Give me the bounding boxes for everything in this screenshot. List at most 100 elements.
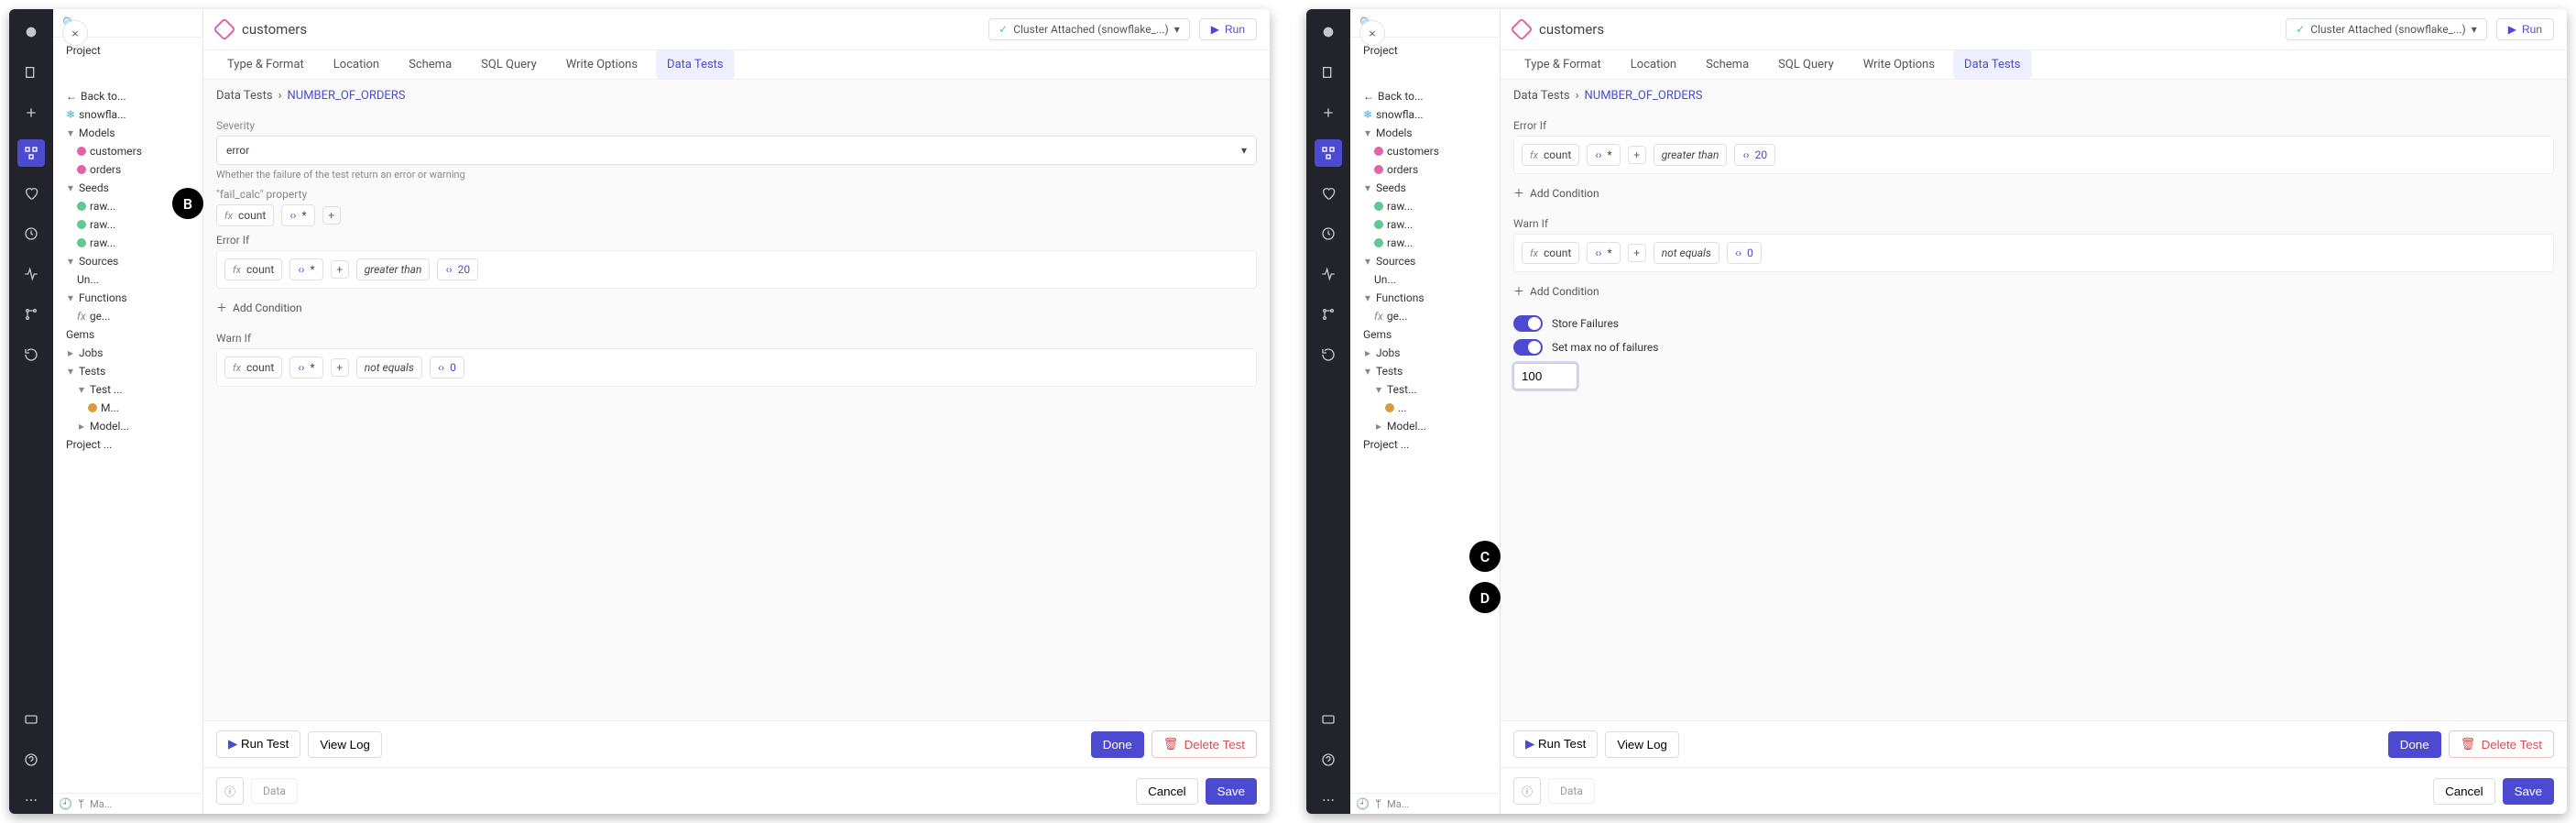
close-button[interactable]: ×: [1359, 20, 1385, 46]
tree-customers[interactable]: customers: [1350, 142, 1500, 160]
card-icon[interactable]: [17, 706, 45, 733]
err-fx[interactable]: fxcount: [1522, 144, 1579, 166]
failcalc-add[interactable]: +: [322, 206, 341, 225]
data-pill[interactable]: Data: [1548, 778, 1595, 804]
pulse-icon[interactable]: [17, 260, 45, 288]
warn-add-cond[interactable]: ＋Add Condition: [1513, 280, 2554, 308]
breadcrumb-leaf[interactable]: NUMBER_OF_ORDERS: [288, 89, 406, 103]
cancel-button[interactable]: Cancel: [2433, 778, 2495, 805]
warn-fx[interactable]: fxcount: [1522, 242, 1579, 264]
warn-val[interactable]: ‹›0: [430, 357, 464, 379]
view-log-button[interactable]: View Log: [1605, 731, 1679, 758]
view-log-button[interactable]: View Log: [308, 731, 382, 758]
tree-seed3[interactable]: raw...: [1350, 234, 1500, 252]
tree-tests[interactable]: ▾Tests: [53, 362, 202, 380]
heart-icon[interactable]: [1315, 180, 1342, 207]
failcalc-star-chip[interactable]: ‹›*: [281, 204, 314, 226]
info-button[interactable]: ⓘ: [1513, 777, 1541, 805]
info-button[interactable]: ⓘ: [216, 777, 244, 805]
tree-customers[interactable]: customers: [53, 142, 202, 160]
breadcrumb-root[interactable]: Data Tests: [216, 89, 273, 103]
tree-models[interactable]: ▾Models: [1350, 124, 1500, 142]
delete-test-button[interactable]: 🗑Delete Test: [2449, 730, 2554, 758]
tab-location[interactable]: Location: [1620, 50, 1687, 79]
delete-test-button[interactable]: 🗑Delete Test: [1152, 730, 1257, 758]
tree-gems[interactable]: Gems: [1350, 325, 1500, 344]
add-icon[interactable]: [1315, 99, 1342, 126]
tree-test1c[interactable]: ...: [1350, 399, 1500, 417]
store-failures-toggle[interactable]: [1513, 315, 1543, 332]
history-icon[interactable]: [1315, 341, 1342, 368]
err-star[interactable]: ‹›*: [289, 258, 322, 280]
warn-val[interactable]: ‹›0: [1727, 242, 1762, 264]
tree-functions[interactable]: ▾Functions: [1350, 289, 1500, 307]
tree-source1[interactable]: Un...: [53, 270, 202, 289]
cluster-pill[interactable]: ✓ Cluster Attached (snowflake_...) ▾: [988, 18, 1190, 40]
tree-func1[interactable]: fxge...: [1350, 307, 1500, 325]
tab-type-format[interactable]: Type & Format: [216, 50, 315, 79]
warn-star[interactable]: ‹›*: [1587, 242, 1620, 264]
tab-sql[interactable]: SQL Query: [1767, 50, 1845, 79]
tree-projectconf[interactable]: Project ...: [53, 435, 202, 454]
tab-data-tests[interactable]: Data Tests: [656, 50, 735, 79]
tree-jobs[interactable]: ▸Jobs: [1350, 344, 1500, 362]
tree-seed2[interactable]: raw...: [1350, 215, 1500, 234]
err-add-cond[interactable]: ＋Add Condition: [1513, 181, 2554, 210]
tab-schema[interactable]: Schema: [1695, 50, 1760, 79]
save-button[interactable]: Save: [1206, 778, 1257, 805]
tree-test1[interactable]: ▾Test...: [1350, 380, 1500, 399]
card-icon[interactable]: [1315, 706, 1342, 733]
warn-op[interactable]: not equals: [356, 357, 422, 379]
tree-source1[interactable]: Un...: [1350, 270, 1500, 289]
warn-add-arg[interactable]: +: [331, 358, 349, 377]
err-op[interactable]: greater than: [356, 258, 431, 280]
max-failures-toggle[interactable]: [1513, 339, 1543, 356]
tree-sources[interactable]: ▾Sources: [1350, 252, 1500, 270]
graph-icon[interactable]: [17, 139, 45, 167]
add-icon[interactable]: [17, 99, 45, 126]
tab-write[interactable]: Write Options: [555, 50, 649, 79]
tab-write[interactable]: Write Options: [1852, 50, 1946, 79]
tab-sql[interactable]: SQL Query: [470, 50, 548, 79]
err-add-arg[interactable]: +: [1628, 146, 1646, 164]
err-add-arg[interactable]: +: [331, 260, 349, 279]
tree-orders[interactable]: orders: [53, 160, 202, 179]
run-button[interactable]: ▶ Run: [2496, 18, 2554, 40]
tab-data-tests[interactable]: Data Tests: [1953, 50, 2032, 79]
tree-test1c[interactable]: M...: [53, 399, 202, 417]
run-test-button[interactable]: ▶ Run Test: [1513, 730, 1598, 758]
branch-icon[interactable]: [1315, 301, 1342, 328]
err-op[interactable]: greater than: [1654, 144, 1728, 166]
severity-select[interactable]: error ▾: [216, 136, 1257, 165]
tree-tests[interactable]: ▾Tests: [1350, 362, 1500, 380]
done-button[interactable]: Done: [2388, 731, 2441, 758]
tree-gems[interactable]: Gems: [53, 325, 202, 344]
tree-snowflake[interactable]: ❄snowfla...: [53, 105, 202, 124]
tree-goback[interactable]: ←Back to...: [53, 87, 202, 105]
tree-seed3[interactable]: raw...: [53, 234, 202, 252]
more-icon[interactable]: [17, 786, 45, 814]
tree-test1[interactable]: ▾Test ...: [53, 380, 202, 399]
failcalc-fx-chip[interactable]: fxcount: [216, 204, 274, 226]
run-button[interactable]: ▶ Run: [1199, 18, 1257, 40]
clock-icon[interactable]: [1315, 220, 1342, 247]
done-button[interactable]: Done: [1091, 731, 1144, 758]
history-icon[interactable]: [17, 341, 45, 368]
breadcrumb-leaf[interactable]: NUMBER_OF_ORDERS: [1585, 89, 1703, 103]
tree-projectconf[interactable]: Project ...: [1350, 435, 1500, 454]
warn-star[interactable]: ‹›*: [289, 357, 322, 379]
graph-icon[interactable]: [1315, 139, 1342, 167]
err-fx[interactable]: fxcount: [224, 258, 282, 280]
data-pill[interactable]: Data: [251, 778, 298, 804]
tree-modeltests[interactable]: ▸Model...: [1350, 417, 1500, 435]
tab-schema[interactable]: Schema: [398, 50, 463, 79]
err-add-cond[interactable]: ＋Add Condition: [216, 296, 1257, 324]
tree-seed2[interactable]: raw...: [53, 215, 202, 234]
err-val[interactable]: ‹›20: [437, 258, 478, 280]
err-val[interactable]: ‹›20: [1734, 144, 1775, 166]
tree-models[interactable]: ▾Models: [53, 124, 202, 142]
warn-fx[interactable]: fxcount: [224, 357, 282, 379]
more-icon[interactable]: [1315, 786, 1342, 814]
help-icon[interactable]: [17, 746, 45, 774]
tree-orders[interactable]: orders: [1350, 160, 1500, 179]
